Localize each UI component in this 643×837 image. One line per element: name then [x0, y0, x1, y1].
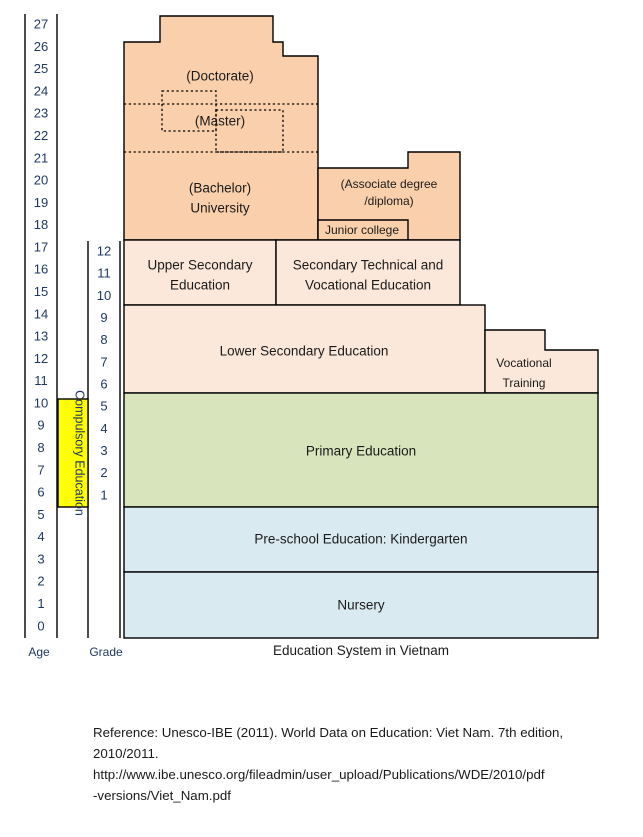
age-tick-2: 2 [37, 574, 44, 589]
bachelor-label-line1: (Bachelor) [189, 181, 251, 196]
age-tick-15: 15 [34, 284, 48, 299]
grade-axis: 12 11 10 9 8 7 6 5 4 3 2 1 Grade [87, 241, 123, 659]
age-tick-10: 10 [34, 395, 48, 410]
age-tick-12: 12 [34, 351, 48, 366]
education-system-diagram: 27 26 25 24 23 22 21 20 19 18 17 16 15 14 13 12 11 10 9 8 7 6… [0, 0, 643, 837]
primary-education-region: Primary Education [123, 392, 599, 508]
chart-svg: 2726252423222120191817161514131211109876… [24, 14, 599, 659]
secondary-technical-region: Secondary Technical and Vocational Educa… [275, 239, 461, 306]
nursery-label: Nursery [337, 598, 385, 613]
junior-college-region: (Associate degree /diploma) Junior colle… [317, 151, 461, 241]
age-tick-16: 16 [34, 262, 48, 277]
university-label-line2: University [190, 201, 250, 216]
university-region: (Doctorate) (Master) (Bachelor) Universi… [123, 15, 319, 241]
age-tick-1: 1 [37, 596, 44, 611]
grade-tick-labels: 12 11 10 9 8 7 6 5 4 3 2 1 [97, 244, 111, 503]
associate-degree-label-line2: /diploma) [364, 194, 413, 208]
master-label: (Master) [195, 114, 245, 129]
associate-degree-label-line1: (Associate degree [341, 177, 438, 191]
secondary-technical-label-line1: Secondary Technical and [293, 258, 444, 273]
grade-tick-6: 6 [100, 377, 107, 392]
grade-tick-10: 10 [97, 288, 111, 303]
upper-secondary-label-line1: Upper Secondary [147, 258, 252, 273]
upper-secondary-label-line2: Education [170, 278, 230, 293]
reference-line-4: -versions/Viet_Nam.pdf [93, 788, 231, 803]
grade-tick-8: 8 [100, 332, 107, 347]
grade-tick-11: 11 [97, 266, 111, 281]
lower-secondary-region: Lower Secondary Education [123, 304, 486, 394]
grade-tick-7: 7 [100, 354, 107, 369]
secondary-technical-label-line2: Vocational Education [305, 278, 431, 293]
vocational-training-region: Vocational Training [484, 329, 599, 394]
age-tick-21: 21 [34, 150, 48, 165]
preschool-region: Pre-school Education: Kindergarten [123, 506, 599, 573]
reference-line-3: http://www.ibe.unesco.org/fileadmin/user… [93, 767, 545, 782]
age-tick-13: 13 [34, 329, 48, 344]
lower-secondary-label: Lower Secondary Education [220, 344, 389, 359]
vocational-training-label-line1: Vocational [496, 356, 551, 370]
grade-tick-1: 1 [100, 487, 107, 502]
age-tick-3: 3 [37, 551, 44, 566]
reference-block: Reference: Unesco-IBE (2011). World Data… [93, 722, 613, 806]
age-tick-9: 9 [37, 418, 44, 433]
age-tick-14: 14 [34, 306, 48, 321]
primary-education-label: Primary Education [306, 444, 416, 459]
age-tick-23: 23 [34, 106, 48, 121]
figure-caption: Education System in Vietnam [273, 643, 449, 658]
age-tick-25: 25 [34, 61, 48, 76]
reference-line-2: 2010/2011. [93, 746, 159, 761]
age-tick-5: 5 [37, 507, 44, 522]
age-tick-7: 7 [37, 462, 44, 477]
grade-tick-9: 9 [100, 310, 107, 325]
vocational-training-label-line2: Training [503, 376, 546, 390]
age-tick-18: 18 [34, 217, 48, 232]
grade-tick-3: 3 [100, 443, 107, 458]
grade-tick-4: 4 [100, 421, 107, 436]
preschool-label: Pre-school Education: Kindergarten [254, 532, 467, 547]
doctorate-label: (Doctorate) [186, 69, 254, 84]
compulsory-education-label: Compulsory Education [73, 390, 87, 516]
grade-axis-title: Grade [89, 645, 123, 659]
nursery-region: Nursery [123, 571, 599, 639]
age-tick-26: 26 [34, 39, 48, 54]
grade-tick-2: 2 [100, 465, 107, 480]
age-tick-17: 17 [34, 239, 48, 254]
compulsory-education-band: Compulsory Education [57, 390, 89, 516]
age-tick-0: 0 [37, 618, 44, 633]
age-tick-8: 8 [37, 440, 44, 455]
grade-tick-12: 12 [97, 244, 111, 259]
age-tick-19: 19 [34, 195, 48, 210]
age-tick-24: 24 [34, 83, 48, 98]
age-axis-title: Age [28, 645, 50, 659]
junior-college-label: Junior college [325, 223, 399, 237]
age-axis: 2726252423222120191817161514131211109876… [24, 14, 58, 659]
age-tick-11: 11 [34, 373, 48, 388]
upper-secondary-region: Upper Secondary Education [123, 239, 277, 306]
age-tick-6: 6 [37, 485, 44, 500]
age-tick-labels: 2726252423222120191817161514131211109876… [34, 17, 48, 634]
grade-tick-5: 5 [100, 399, 107, 414]
age-tick-4: 4 [37, 529, 44, 544]
age-tick-20: 20 [34, 173, 48, 188]
age-tick-22: 22 [34, 128, 48, 143]
reference-line-1: Reference: Unesco-IBE (2011). World Data… [93, 725, 564, 740]
age-tick-27: 27 [34, 17, 48, 32]
